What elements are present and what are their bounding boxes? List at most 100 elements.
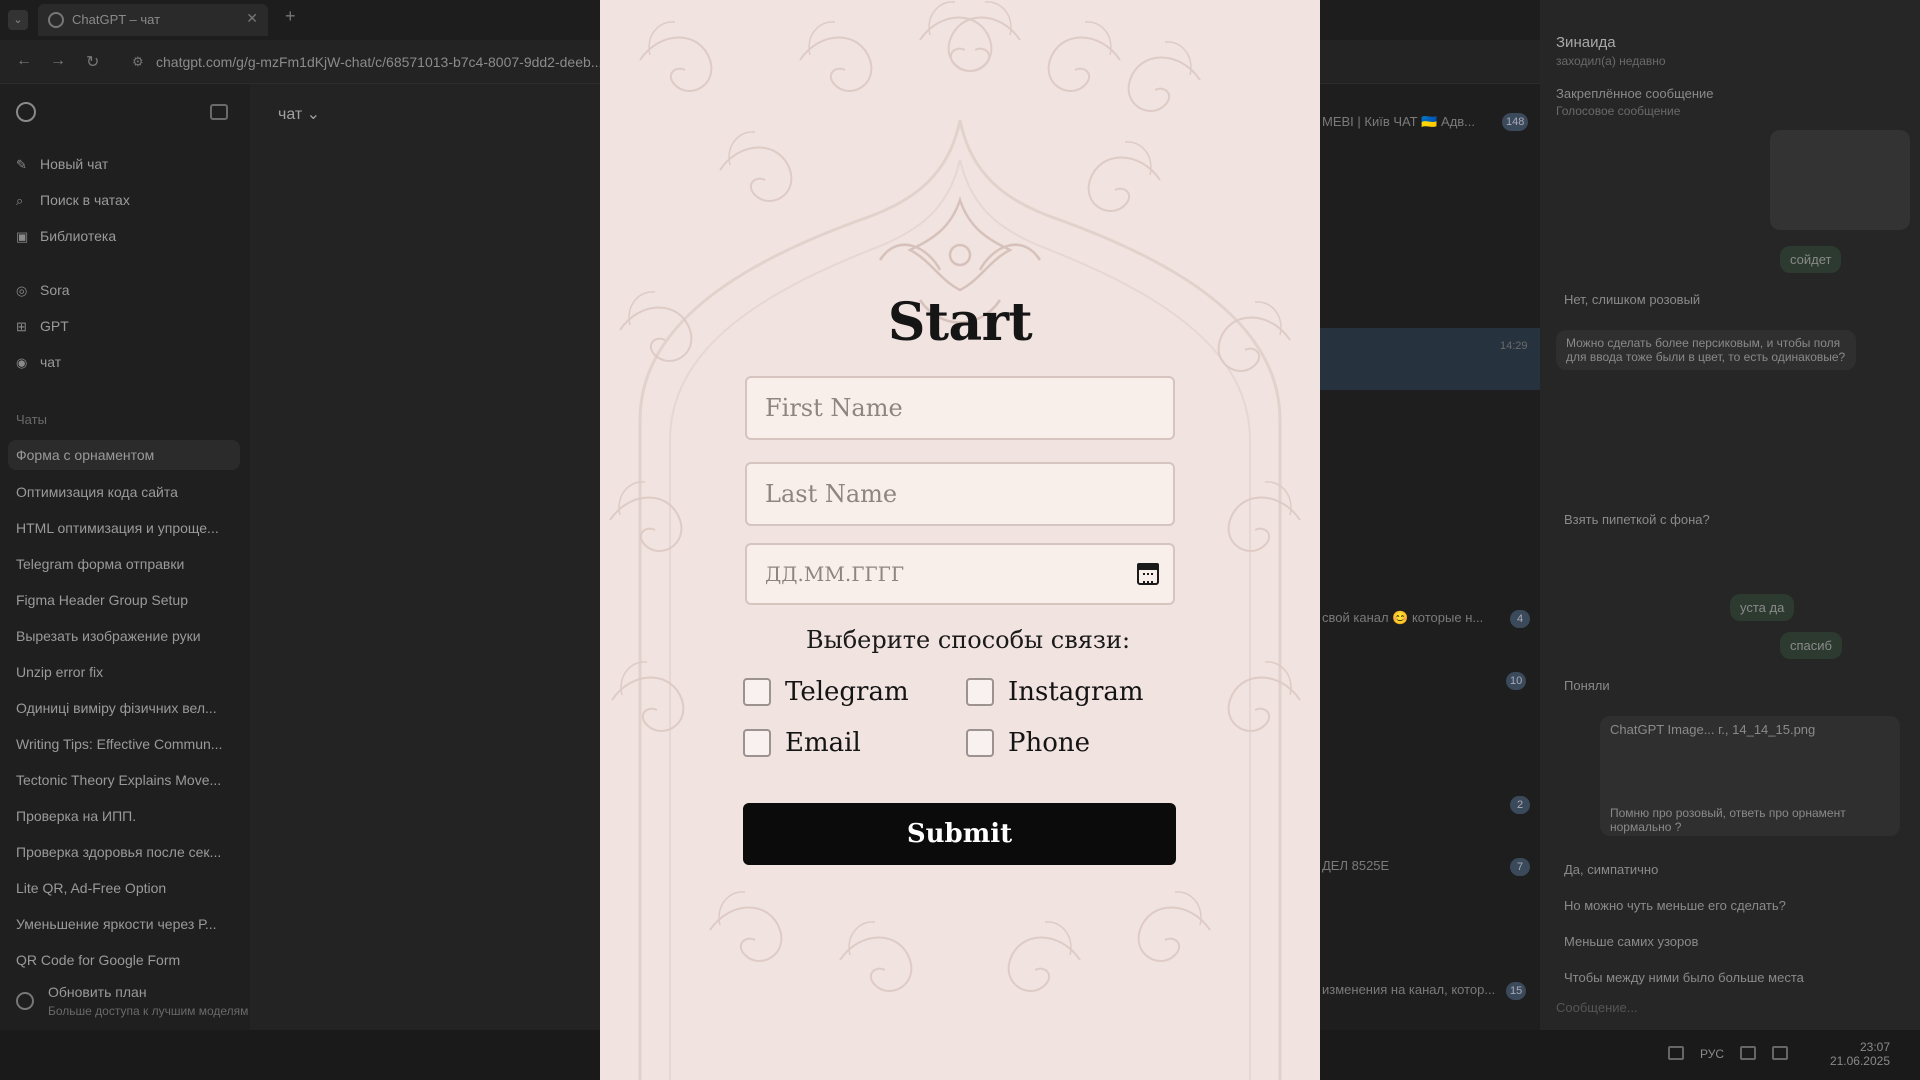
back-icon[interactable]: ← [16,52,32,70]
message-bubble: сойдет [1780,246,1842,273]
chat-list-item[interactable]: Вырезать изображение руки [16,628,236,644]
checkbox-instagram[interactable]: Instagram [966,677,1144,707]
checkbox-phone[interactable]: Phone [966,728,1090,758]
file-name: ChatGPT Image... г., 14_14_15.png [1610,722,1816,737]
message-text: Меньше самих узоров [1564,934,1699,949]
chat-list-item[interactable]: Figma Header Group Setup [16,592,236,608]
forward-icon[interactable]: → [50,52,66,70]
sidebar-item-sora[interactable]: ◎ Sora [16,282,70,299]
sidebar-item-chat[interactable]: ◉ чат [16,354,61,371]
submit-button[interactable]: Submit [743,803,1176,865]
openai-logo-icon[interactable] [16,102,36,122]
telegram-selected-row [1320,328,1540,390]
battery-icon[interactable] [1772,1046,1788,1060]
tab-menu-button[interactable]: ⌄ [8,10,28,30]
chat-list-item[interactable]: QR Code for Google Form [16,952,236,968]
birthdate-input[interactable] [747,545,1173,603]
telegram-list-item[interactable]: изменения на канал, котор... [1322,982,1495,997]
sidebar-toggle-icon[interactable] [210,104,228,120]
chevron-down-icon: ⌄ [306,106,321,123]
chat-list-item[interactable]: Одиниці виміру фізичних вел... [16,700,236,716]
clock-date: 21.06.2025 [1829,1054,1890,1068]
chat-title[interactable]: Зинаида [1556,34,1616,51]
chat-list-item[interactable]: HTML оптимизация и упроще... [16,520,236,536]
image-thumbnail[interactable] [1770,130,1910,230]
checkbox-box[interactable] [743,729,771,757]
checkbox-telegram[interactable]: Telegram [743,677,909,707]
sidebar-item-gpt[interactable]: ⊞ GPT [16,318,69,335]
sidebar-item-label: чат [40,354,62,370]
telegram-chat-panel: Зинаида заходил(а) недавно Закреплённое … [1540,0,1920,1030]
telegram-list-time: 14:29 [1500,340,1528,352]
last-name-input[interactable] [747,464,1173,524]
checkbox-box[interactable] [966,729,994,757]
model-selector[interactable]: чат ⌄ [278,104,320,124]
close-tab-icon[interactable]: ✕ [246,10,258,27]
grid-icon: ⊞ [16,319,27,334]
chats-header: Чаты [16,412,47,427]
message-text: Нет, слишком розовый [1564,292,1701,307]
reload-icon[interactable]: ↻ [86,52,99,72]
site-info-icon[interactable]: ⚙ [132,54,144,70]
first-name-field[interactable] [745,376,1175,440]
first-name-input[interactable] [747,378,1173,438]
sidebar-item-label: Sora [40,282,70,298]
unread-badge: 4 [1510,610,1530,628]
edit-icon: ✎ [16,157,27,172]
chat-list-item[interactable]: Форма с орнаментом [8,440,240,470]
clock-time: 23:07 [1859,1040,1890,1054]
calendar-icon[interactable] [1137,563,1159,585]
checkbox-label: Email [785,728,861,758]
chat-list-item[interactable]: Lite QR, Ad-Free Option [16,880,236,896]
browser-tab[interactable]: ChatGPT – чат ✕ [38,4,268,36]
chat-list-item[interactable]: Уменьшение яркости через Р... [16,916,236,932]
url-field[interactable]: chatgpt.com/g/g-mzFm1dKjW-chat/c/6857101… [156,54,606,70]
chat-list-item[interactable]: Tectonic Theory Explains Move... [16,772,236,788]
message-text: Чтобы между ними было больше места [1564,970,1804,985]
sidebar-item-new-chat[interactable]: ✎ Новый чат [16,156,108,173]
birthdate-field[interactable] [745,543,1175,605]
upgrade-icon [16,992,34,1010]
pinned-title[interactable]: Закреплённое сообщение [1556,86,1714,101]
checkbox-box[interactable] [966,678,994,706]
upgrade-plan-button[interactable]: Обновить план [48,984,147,1000]
checkbox-email[interactable]: Email [743,728,861,758]
checkbox-box[interactable] [743,678,771,706]
ornament-background-icon [609,0,1301,1080]
message-bubble: спасиб [1780,632,1842,659]
chatgpt-favicon-icon [48,12,64,28]
sidebar-item-library[interactable]: ▣ Библиотека [16,228,116,245]
chat-list-item[interactable]: Проверка здоровья после сек... [16,844,236,860]
language-indicator[interactable]: РУС [1700,1047,1724,1061]
message-input[interactable]: Сообщение... [1556,1000,1638,1015]
tab-title: ChatGPT – чат [72,12,161,27]
chatgpt-sidebar: ✎ Новый чат ⌕ Поиск в чатах ▣ Библиотека ◎ S… [0,84,250,1030]
last-name-field[interactable] [745,462,1175,526]
globe-icon: ◉ [16,355,28,370]
network-icon[interactable] [1668,1046,1684,1060]
checkbox-label: Telegram [785,677,909,707]
chat-list-item[interactable]: Unzip error fix [16,664,236,680]
sora-icon: ◎ [16,283,28,298]
sidebar-item-label: Поиск в чатах [40,192,130,208]
message-text: Взять пипеткой с фона? [1564,512,1710,527]
new-tab-icon[interactable]: + [285,6,296,27]
sidebar-item-label: GPT [40,318,69,334]
chat-list-item[interactable]: Writing Tips: Effective Commun... [16,736,236,752]
unread-badge: 15 [1506,982,1527,1000]
telegram-list-item[interactable]: свой канал 😊 которые н... [1322,610,1483,626]
sidebar-item-search[interactable]: ⌕ Поиск в чатах [16,192,130,209]
pinned-text: Голосовое сообщение [1556,104,1681,118]
telegram-chat-list [1320,84,1540,1030]
message-text: уста да [1740,600,1785,615]
sidebar-item-label: Новый чат [40,156,109,172]
chat-list-item[interactable]: Проверка на ИПП. [16,808,236,824]
clock[interactable]: 23:07 21.06.2025 [1820,1040,1890,1068]
telegram-list-item[interactable]: МЕВІ | Київ ЧАТ 🇺🇦 Адв... [1322,114,1475,130]
volume-icon[interactable] [1740,1046,1756,1060]
chat-list-item[interactable]: Telegram форма отправки [16,556,236,572]
checkbox-label: Instagram [1008,677,1144,707]
upgrade-plan-subtitle: Больше доступа к лучшим моделям [48,1004,249,1018]
telegram-list-item[interactable]: ДЕЛ 8525Е [1322,858,1389,873]
chat-list-item[interactable]: Оптимизация кода сайта [16,484,236,500]
